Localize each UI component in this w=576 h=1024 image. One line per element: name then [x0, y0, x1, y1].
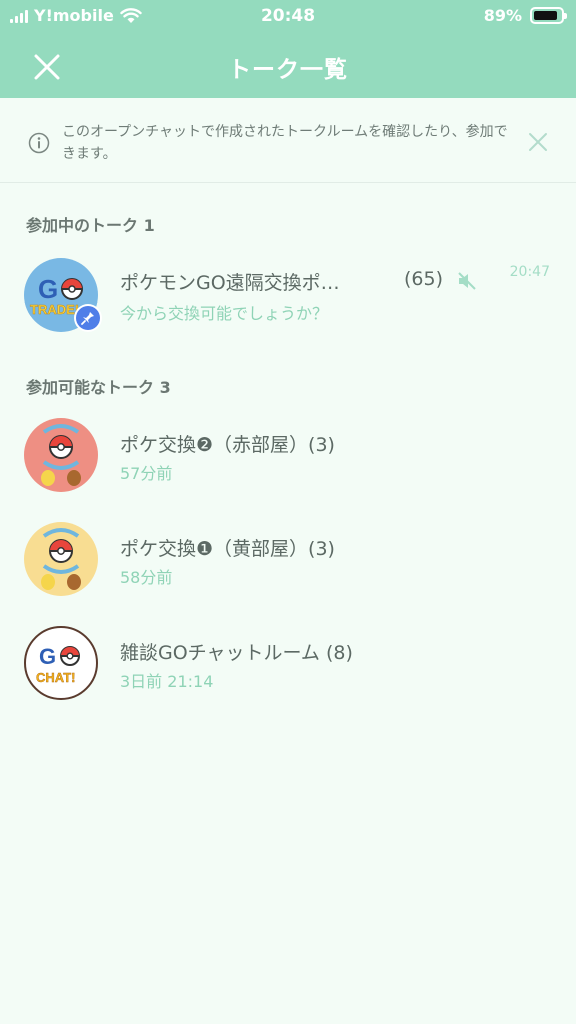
pin-badge	[74, 304, 102, 332]
room-avatar: G CHAT!	[24, 626, 98, 700]
room-name: ポケ交換❶（黄部屋）(3)	[120, 538, 335, 560]
pin-icon	[76, 306, 100, 330]
svg-text:G: G	[39, 644, 56, 669]
room-avatar	[24, 418, 98, 492]
available-room-item[interactable]: ポケ交換❶（黄部屋）(3) 58分前	[0, 512, 576, 604]
battery-icon	[530, 7, 567, 24]
room-last-activity: 3日前 21:14	[120, 672, 214, 691]
battery-fill	[534, 11, 557, 20]
svg-text:G: G	[38, 274, 58, 304]
notice-text: このオープンチャットで作成されたトークルームを確認したり、参加できます。	[62, 124, 508, 162]
dismiss-notice-icon[interactable]	[528, 132, 548, 152]
mute-icon	[458, 272, 476, 290]
room-avatar	[24, 522, 98, 596]
available-room-item[interactable]: ポケ交換❷（赤部屋）(3) 57分前	[0, 408, 576, 500]
trade-pokeball-illustration	[41, 528, 81, 590]
room-name: ポケモンGO遠隔交換ポ…	[120, 272, 340, 294]
joined-section-label: 参加中のトーク 1	[26, 216, 155, 235]
last-message-preview: 今から交換可能でしょうか？	[120, 304, 329, 323]
status-bar: Y!mobile 20:48 89%	[0, 0, 576, 34]
room-time: 20:47	[509, 264, 550, 280]
page-title: トーク一覧	[228, 57, 348, 83]
status-right: 89%	[483, 6, 567, 25]
svg-text:TRADE!: TRADE!	[30, 302, 79, 317]
available-room-item[interactable]: G CHAT! 雑談GOチャットルーム (8) 3日前 21:14	[0, 616, 576, 708]
room-name: 雑談GOチャットルーム (8)	[120, 642, 353, 664]
room-last-activity: 57分前	[120, 464, 173, 483]
room-last-activity: 58分前	[120, 568, 173, 587]
trade-pokeball-illustration	[41, 424, 81, 486]
info-icon	[28, 132, 50, 154]
room-name: ポケ交換❷（赤部屋）(3)	[120, 434, 335, 456]
available-section-label: 参加可能なトーク 3	[26, 378, 171, 397]
member-count: (65)	[404, 268, 444, 290]
svg-text:CHAT!: CHAT!	[36, 670, 75, 685]
divider	[0, 182, 576, 183]
go-chat-logo: G CHAT!	[36, 644, 80, 685]
battery-percentage: 89%	[483, 6, 522, 25]
